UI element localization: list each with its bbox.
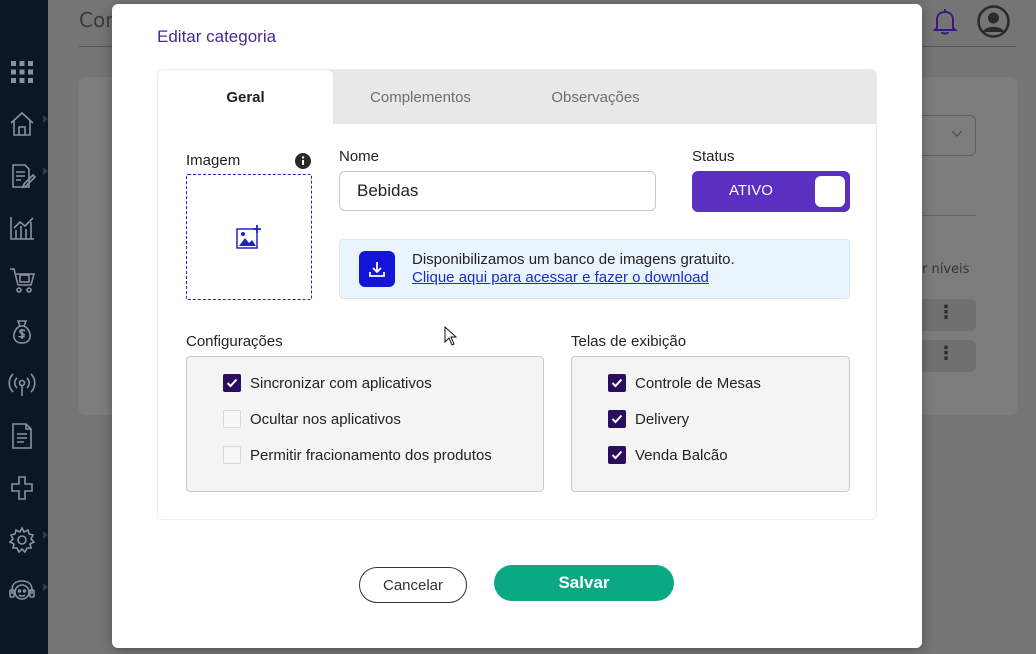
toggle-knob <box>815 176 845 207</box>
banner-text: Disponibilizamos um banco de imagens gra… <box>412 251 735 268</box>
tab-panel: Geral Complementos Observações Imagem No… <box>157 69 877 520</box>
check-icon <box>611 378 623 388</box>
bell-icon <box>932 9 958 35</box>
settings-icon[interactable] <box>8 526 36 554</box>
user-avatar-icon <box>977 5 1010 38</box>
check-icon <box>611 450 623 460</box>
telas-title: Telas de exibição <box>571 333 687 350</box>
support-icon[interactable] <box>8 578 36 606</box>
controle-mesas-option[interactable]: Controle de Mesas <box>608 374 761 392</box>
hide-apps-label: Ocultar nos aplicativos <box>250 410 401 428</box>
more-vertical-icon: ⋮ <box>937 302 955 323</box>
delivery-option[interactable]: Delivery <box>608 410 689 428</box>
checkbox-checked[interactable] <box>223 374 241 392</box>
configuracoes-group: Sincronizar com aplicativos Ocultar nos … <box>186 356 544 492</box>
check-icon <box>226 378 238 388</box>
checkbox-checked[interactable] <box>608 446 626 464</box>
configuracoes-title: Configurações <box>186 333 283 350</box>
receipt-icon[interactable] <box>8 422 36 450</box>
background-side-text: r níveis <box>922 262 970 277</box>
hide-apps-option[interactable]: Ocultar nos aplicativos <box>223 410 401 428</box>
status-label: Status <box>692 148 735 165</box>
download-button[interactable] <box>359 251 395 287</box>
save-button[interactable]: Salvar <box>494 565 674 601</box>
chevron-down-icon <box>952 131 962 137</box>
telas-group: Controle de Mesas Delivery Venda Balcão <box>571 356 850 492</box>
delivery-label: Delivery <box>635 410 690 428</box>
name-input[interactable] <box>339 171 656 211</box>
check-icon <box>611 414 623 424</box>
more-vertical-icon: ⋮ <box>937 343 955 364</box>
background-header-divider <box>922 46 1016 47</box>
background-divider <box>922 215 976 216</box>
tab-bar: Geral Complementos Observações <box>158 70 876 124</box>
sidebar-chevron-icon <box>43 115 48 123</box>
image-label: Imagem <box>186 152 241 169</box>
home-icon[interactable] <box>8 110 36 138</box>
tab-geral[interactable]: Geral <box>158 70 333 124</box>
modal-title: Editar categoria <box>157 27 277 46</box>
background-select <box>922 115 976 156</box>
sidebar-chevron-icon <box>43 583 48 591</box>
image-upload-area[interactable] <box>186 174 312 300</box>
sync-apps-option[interactable]: Sincronizar com aplicativos <box>223 374 432 392</box>
name-label: Nome <box>339 148 380 165</box>
tab-observacoes[interactable]: Observações <box>508 70 683 124</box>
download-link[interactable]: Clique aqui para acessar e fazer o downl… <box>412 269 709 286</box>
sidebar-chevron-icon <box>43 531 48 539</box>
apps-grid-icon[interactable] <box>8 58 36 86</box>
sidebar <box>0 0 48 654</box>
add-image-icon <box>236 225 261 249</box>
sidebar-chevron-icon <box>43 167 48 175</box>
mouse-cursor-icon <box>444 326 458 346</box>
background-title-underline <box>79 46 113 47</box>
status-toggle[interactable]: ATIVO <box>692 171 850 212</box>
edit-category-modal: Editar categoria Geral Complementos Obse… <box>112 4 922 648</box>
money-bag-icon[interactable] <box>8 318 36 346</box>
info-icon[interactable] <box>295 153 311 169</box>
status-toggle-text: ATIVO <box>729 182 773 199</box>
venda-balcao-label: Venda Balcão <box>635 446 728 464</box>
checkbox-checked[interactable] <box>608 374 626 392</box>
cart-icon[interactable] <box>8 266 36 294</box>
tab-complementos[interactable]: Complementos <box>333 70 508 124</box>
image-bank-banner: Disponibilizamos um banco de imagens gra… <box>339 239 850 299</box>
broadcast-icon[interactable] <box>8 370 36 398</box>
download-icon <box>369 262 385 277</box>
fractioning-label: Permitir fracionamento dos produtos <box>250 446 492 464</box>
chart-icon[interactable] <box>8 214 36 242</box>
checkbox-unchecked[interactable] <box>223 446 241 464</box>
fractioning-option[interactable]: Permitir fracionamento dos produtos <box>223 446 492 464</box>
checkbox-unchecked[interactable] <box>223 410 241 428</box>
checkbox-checked[interactable] <box>608 410 626 428</box>
cancel-button[interactable]: Cancelar <box>359 567 467 603</box>
sync-apps-label: Sincronizar com aplicativos <box>250 374 432 392</box>
integration-icon[interactable] <box>8 474 36 502</box>
venda-balcao-option[interactable]: Venda Balcão <box>608 446 728 464</box>
document-edit-icon[interactable] <box>8 162 36 190</box>
controle-mesas-label: Controle de Mesas <box>635 374 761 392</box>
